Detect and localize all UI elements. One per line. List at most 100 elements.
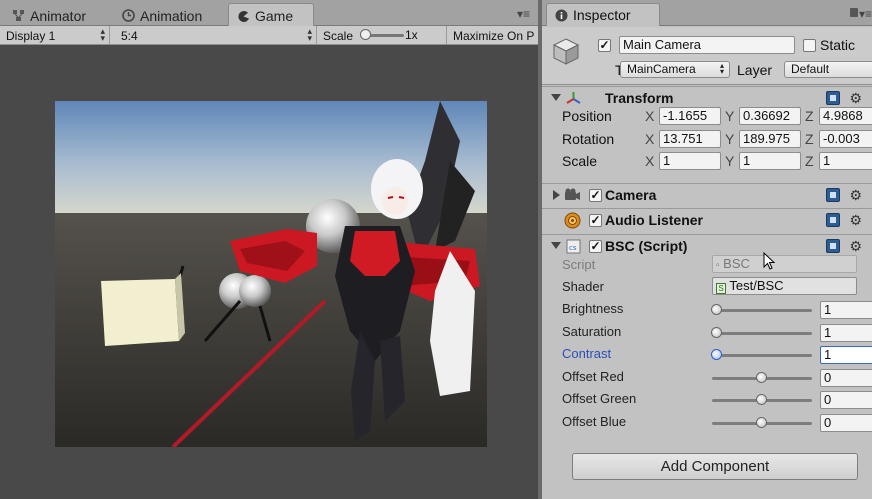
foldout-open-icon[interactable]	[551, 94, 561, 101]
param-slider-thumb[interactable]	[756, 371, 767, 383]
help-book-icon[interactable]	[826, 213, 840, 227]
camera-component-header[interactable]: ✓ Camera ⚙	[542, 183, 872, 207]
display-value: Display 1	[6, 28, 56, 43]
inspector-tab-bar: Inspector ▾≡	[542, 0, 872, 26]
layer-label: Layer	[737, 62, 773, 78]
param-slider-thumb[interactable]	[756, 394, 767, 405]
transform-axes-icon	[566, 92, 581, 104]
tab-animation[interactable]: Animation	[114, 3, 210, 26]
help-book-icon[interactable]	[826, 239, 840, 253]
camera-enabled-checkbox[interactable]: ✓	[589, 189, 602, 202]
field-value: 189.975	[743, 131, 790, 146]
field-value: -1.1655	[663, 108, 708, 123]
param-value-field[interactable]: 0	[820, 368, 872, 387]
layer-value: Default	[791, 62, 830, 76]
field-value: 0.36692	[743, 108, 790, 123]
game-view-panel: Animator Animation Game ▾≡ Display 1 ▴ ▾ …	[0, 0, 538, 499]
maximize-on-play-toggle[interactable]: Maximize On P	[447, 26, 538, 45]
rotation-y-field[interactable]: 189.975	[739, 130, 801, 148]
help-book-icon[interactable]	[826, 188, 840, 202]
gear-icon[interactable]: ⚙	[849, 90, 862, 107]
param-slider-thumb[interactable]	[711, 326, 722, 338]
field-value: 4.9868	[823, 108, 863, 123]
field-value: 1	[824, 324, 832, 340]
inspector-panel: Inspector ▾≡ ✓ Main Camera Static Tag Ma…	[542, 0, 872, 499]
audio-listener-enabled-checkbox[interactable]: ✓	[589, 214, 602, 227]
transform-title: Transform	[605, 90, 674, 106]
lock-icon[interactable]	[850, 8, 858, 17]
active-checkbox[interactable]: ✓	[598, 39, 611, 52]
scale-label: Scale	[562, 153, 598, 169]
foldout-open-icon[interactable]	[551, 242, 561, 249]
position-y-field[interactable]: 0.36692	[739, 107, 801, 125]
scale-z-field[interactable]: 1	[819, 152, 872, 170]
aspect-dropdown[interactable]: 5:4 ▴ ▾	[115, 26, 317, 45]
param-value-field[interactable]: 0	[820, 391, 872, 409]
bsc-enabled-checkbox[interactable]: ✓	[589, 240, 602, 253]
updown-arrow-icon: ▴ ▾	[100, 26, 105, 43]
rotation-x-field[interactable]: 13.751	[659, 130, 721, 148]
foldout-closed-icon[interactable]	[553, 190, 560, 200]
scale-x-field[interactable]: 1	[659, 152, 721, 170]
param-label: Brightness	[562, 301, 624, 316]
script-object-field: ▫ BSC	[712, 255, 857, 273]
svg-text:cs: cs	[569, 244, 577, 252]
shader-label: Shader	[562, 279, 604, 294]
updown-arrow-icon: ▴ ▾	[307, 26, 312, 43]
param-value-field[interactable]: 1	[820, 323, 872, 342]
field-value: 0	[824, 414, 832, 430]
axis-y-label: Y	[725, 108, 735, 124]
tab-animator[interactable]: Animator	[4, 3, 94, 26]
param-label: Contrast	[562, 346, 612, 361]
static-checkbox[interactable]	[803, 39, 816, 52]
scale-slider-thumb[interactable]	[360, 29, 371, 40]
scale-y-field[interactable]: 1	[739, 152, 801, 170]
param-slider-thumb[interactable]	[711, 304, 722, 315]
scale-value: 1x	[405, 28, 418, 42]
script-value: BSC	[723, 256, 750, 271]
param-label: Offset Red	[562, 368, 624, 384]
gear-icon[interactable]: ⚙	[849, 187, 862, 204]
param-slider-thumb[interactable]	[756, 416, 767, 428]
param-value-field[interactable]: 0	[820, 413, 872, 432]
gear-icon[interactable]: ⚙	[849, 212, 862, 229]
position-x-field[interactable]: -1.1655	[659, 107, 721, 125]
help-book-icon[interactable]	[826, 91, 840, 105]
field-value: 0	[824, 369, 832, 385]
layer-dropdown[interactable]: Default	[784, 61, 872, 78]
param-slider-thumb[interactable]	[711, 349, 722, 360]
game-pacman-icon	[238, 10, 249, 22]
object-name-field[interactable]: Main Camera	[619, 36, 795, 54]
axis-x-label: X	[645, 108, 655, 124]
position-z-field[interactable]: 4.9868	[819, 107, 872, 125]
tab-game[interactable]: Game	[228, 3, 314, 26]
script-file-icon: ▫	[716, 260, 720, 271]
tab-label: Animator	[30, 7, 87, 24]
param-slider-track[interactable]	[712, 309, 812, 312]
pane-menu-icon[interactable]: ▾≡	[859, 7, 872, 21]
gear-icon[interactable]: ⚙	[849, 238, 862, 255]
pane-menu-icon[interactable]: ▾≡	[517, 7, 530, 21]
add-component-button[interactable]: Add Component	[572, 453, 858, 480]
tab-inspector[interactable]: Inspector	[546, 3, 660, 26]
script-file-icon: cs	[566, 239, 581, 254]
script-label: Script	[562, 257, 596, 272]
param-slider-track[interactable]	[712, 354, 812, 357]
param-slider-track[interactable]	[712, 331, 812, 335]
shader-object-field[interactable]: S Test/BSC	[712, 277, 857, 295]
rotation-label: Rotation	[562, 131, 615, 147]
display-dropdown[interactable]: Display 1 ▴ ▾	[0, 26, 110, 45]
tag-dropdown[interactable]: MainCamera ▴ ▾	[620, 61, 730, 78]
rotation-z-field[interactable]: -0.003	[819, 130, 872, 148]
axis-y-label: Y	[725, 131, 735, 147]
audio-listener-component-header[interactable]: ✓ Audio Listener ⚙	[542, 208, 872, 232]
param-value-field[interactable]: 1	[820, 346, 872, 364]
tab-label: Animation	[140, 7, 203, 24]
param-value-field[interactable]: 1	[820, 301, 872, 319]
static-label: Static	[820, 37, 856, 53]
field-value: 13.751	[663, 131, 703, 146]
gameobject-cube-icon	[552, 38, 580, 65]
object-header: ✓ Main Camera Static Tag MainCamera ▴▾ L…	[542, 27, 872, 85]
game-render-viewport[interactable]	[55, 101, 487, 447]
animator-icon	[13, 10, 24, 21]
